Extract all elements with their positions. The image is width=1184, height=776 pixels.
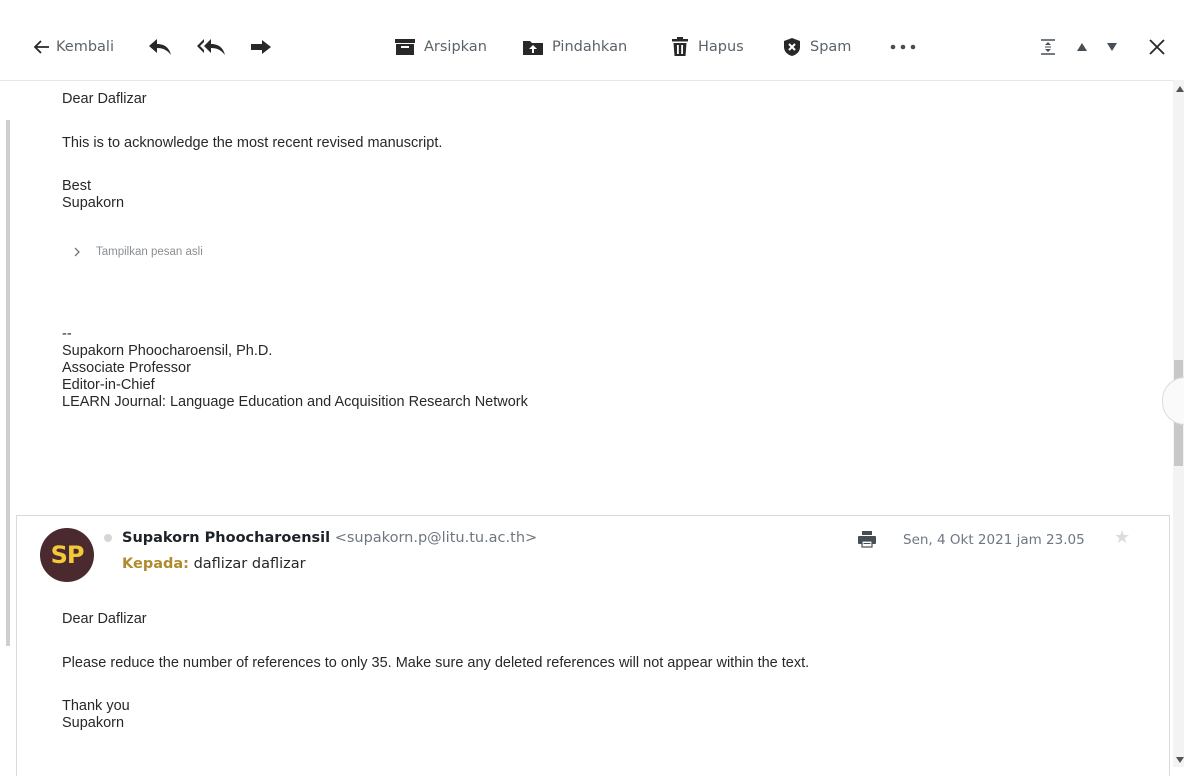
back-arrow-icon: [34, 40, 50, 54]
move-label: Pindahkan: [552, 39, 628, 55]
scroll-down-arrow-icon[interactable]: [1176, 757, 1184, 763]
delete-label: Hapus: [698, 39, 744, 55]
move-button[interactable]: Pindahkan: [522, 34, 627, 60]
collapse-button[interactable]: [1040, 34, 1056, 60]
sender-line: Supakorn Phoocharoensil <supakorn.p@litu…: [122, 530, 537, 546]
more-button[interactable]: [890, 34, 916, 60]
show-original-link[interactable]: Tampilkan pesan asli: [72, 246, 203, 258]
show-original-label: Tampilkan pesan asli: [96, 246, 203, 258]
reply-all-button[interactable]: [196, 34, 226, 60]
printer-icon: [857, 531, 877, 552]
to-label: Kepada:: [122, 556, 189, 572]
chevron-right-icon: [72, 247, 82, 257]
avatar-initials: SP: [50, 541, 85, 569]
sender-email: <supakorn.p@litu.tu.ac.th>: [334, 530, 538, 546]
reply-icon: [148, 38, 172, 56]
reply-all-icon: [196, 38, 226, 56]
shield-icon: [782, 37, 802, 57]
forward-button[interactable]: [250, 34, 272, 60]
message2-line1: Please reduce the number of references t…: [62, 655, 810, 671]
spam-label: Spam: [810, 39, 852, 55]
forward-icon: [250, 39, 272, 55]
spam-button[interactable]: Spam: [782, 34, 851, 60]
signature-separator: --: [62, 326, 72, 342]
reply-button[interactable]: [148, 34, 172, 60]
message-card: [16, 515, 1170, 776]
message-date: Sen, 4 Okt 2021 jam 23.05: [903, 532, 1085, 548]
archive-button[interactable]: Arsipkan: [394, 34, 487, 60]
signature-journal: LEARN Journal: Language Education and Ac…: [62, 394, 528, 410]
archive-icon: [394, 38, 416, 56]
to-value[interactable]: daflizar daflizar: [194, 556, 306, 572]
trash-icon: [670, 37, 690, 57]
signature-name: Supakorn Phoocharoensil, Ph.D.: [62, 343, 273, 359]
back-label: Kembali: [56, 39, 114, 55]
print-button[interactable]: [857, 530, 877, 553]
triangle-down-icon: [1106, 42, 1118, 52]
move-folder-icon: [522, 38, 544, 56]
message1-line1: This is to acknowledge the most recent r…: [62, 135, 443, 151]
toolbar: Kembali Arsipkan Pindahkan Hapus Spam: [0, 0, 1184, 81]
recipient-line: Kepada: daflizar daflizar: [122, 556, 306, 572]
message1-closing1: Best: [62, 178, 92, 194]
back-button[interactable]: Kembali: [34, 34, 114, 60]
scroll-up-arrow-icon[interactable]: [1176, 86, 1184, 92]
archive-label: Arsipkan: [424, 39, 487, 55]
message2-closing1: Thank you: [62, 698, 130, 714]
side-panel-toggle[interactable]: [1162, 377, 1184, 425]
message1-greeting: Dear Daflizar: [62, 91, 147, 107]
next-message-button[interactable]: [1106, 34, 1118, 60]
message1-closing2: Supakorn: [62, 195, 125, 211]
close-button[interactable]: [1148, 34, 1166, 60]
previous-message-button[interactable]: [1076, 34, 1088, 60]
message2-greeting: Dear Daflizar: [62, 611, 147, 627]
thread-rail: [6, 120, 10, 646]
delete-button[interactable]: Hapus: [670, 34, 744, 60]
more-dots-icon: [890, 43, 916, 51]
message2-closing2: Supakorn: [62, 715, 125, 731]
triangle-up-icon: [1076, 42, 1088, 52]
presence-dot: [104, 534, 112, 542]
close-icon: [1148, 38, 1166, 56]
collapse-icon: [1040, 38, 1056, 56]
signature-title: Associate Professor: [62, 360, 191, 376]
star-icon[interactable]: ★: [1114, 527, 1130, 548]
signature-role: Editor-in-Chief: [62, 377, 155, 393]
avatar[interactable]: SP: [40, 528, 94, 582]
sender-name[interactable]: Supakorn Phoocharoensil: [122, 530, 330, 546]
